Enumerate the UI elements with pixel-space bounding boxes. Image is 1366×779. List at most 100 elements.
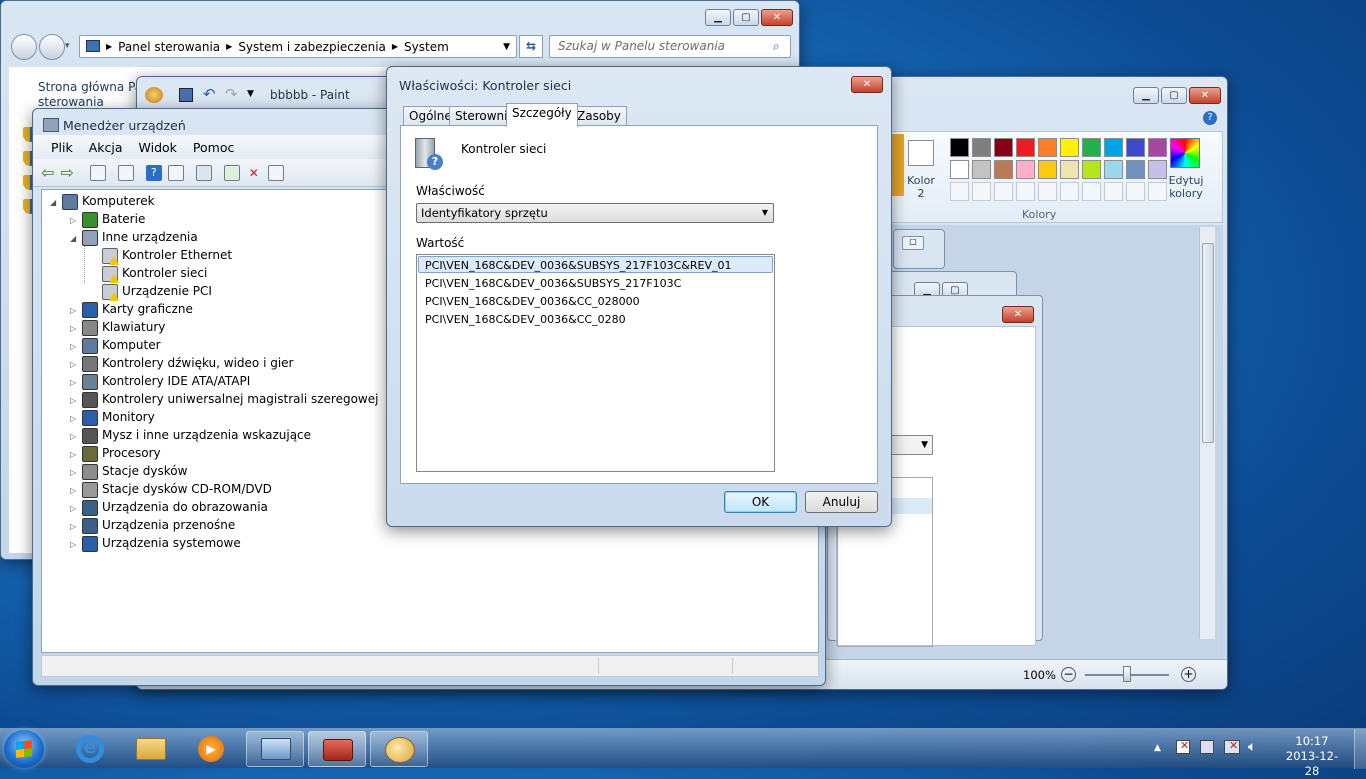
breadcrumb-item[interactable]: System	[404, 40, 449, 54]
menu-help[interactable]: Pomoc	[185, 140, 242, 155]
palette-color-swatch[interactable]	[1038, 138, 1057, 157]
tree-category-item[interactable]: ▷ Baterie	[70, 210, 145, 228]
search-icon[interactable]: ⌕	[773, 39, 780, 54]
palette-color-swatch[interactable]	[1104, 138, 1123, 157]
zoom-in-button[interactable]: +	[1181, 667, 1196, 682]
menu-action[interactable]: Akcja	[81, 140, 131, 155]
menu-file[interactable]: Plik	[43, 140, 81, 155]
custom-color-slot[interactable]	[1038, 182, 1057, 201]
tree-category-item[interactable]: ▷ Karty graficzne	[70, 300, 193, 318]
tree-device-item[interactable]: Urządzenie PCI	[90, 282, 212, 301]
palette-color-swatch[interactable]	[1082, 160, 1101, 179]
palette-color-swatch[interactable]	[1148, 138, 1167, 157]
tree-category-item[interactable]: ▷ Urządzenia przenośne	[70, 516, 235, 534]
action-center-icon[interactable]: ✕	[1176, 739, 1190, 754]
view-icon[interactable]	[167, 164, 184, 181]
minimize-button[interactable]: ▁	[1133, 87, 1159, 104]
tree-category-item[interactable]: ▷ Kontrolery dźwięku, wideo i gier	[70, 354, 293, 372]
disable-device-icon[interactable]	[267, 164, 284, 181]
breadcrumb-item[interactable]: Panel sterowania	[118, 40, 220, 54]
tree-device-item[interactable]: Kontroler Ethernet	[90, 246, 232, 265]
palette-color-swatch[interactable]	[1016, 138, 1035, 157]
tab-resources[interactable]: Zasoby	[571, 106, 627, 126]
maximize-button[interactable]: ▢	[1161, 87, 1187, 104]
edit-colors-icon[interactable]	[1170, 138, 1200, 168]
undo-icon[interactable]: ↶	[203, 85, 216, 103]
address-dropdown-icon[interactable]: ▼	[503, 42, 510, 52]
taskbar-explorer[interactable]	[122, 731, 180, 767]
color-2-label[interactable]: Kolor 2	[906, 174, 936, 200]
taskbar-media-player[interactable]: ▶	[182, 731, 240, 767]
minimize-button[interactable]: ▁	[705, 9, 731, 26]
custom-color-slot[interactable]	[1060, 182, 1079, 201]
value-list-item[interactable]: PCI\VEN_168C&DEV_0036&SUBSYS_217F103C	[418, 274, 773, 291]
taskbar-ie[interactable]: e	[62, 731, 120, 767]
tree-category-item[interactable]: ▷ Stacje dysków CD-ROM/DVD	[70, 480, 272, 498]
tree-category-item[interactable]: ▷ Urządzenia systemowe	[70, 534, 241, 552]
expand-icon[interactable]: ▷	[70, 536, 82, 554]
tab-details[interactable]: Szczegóły	[506, 103, 578, 127]
breadcrumb-item[interactable]: System i zabezpieczenia	[238, 40, 386, 54]
custom-color-slot[interactable]	[994, 182, 1013, 201]
forward-button[interactable]	[39, 34, 65, 60]
tree-category-item[interactable]: ▷ Stacje dysków	[70, 462, 187, 480]
refresh-icon[interactable]: ⇆	[519, 35, 543, 58]
tree-category-item[interactable]: ▷ Urządzenia do obrazowania	[70, 498, 268, 516]
tree-category-item[interactable]: ▷ Procesory	[70, 444, 161, 462]
tree-category-item[interactable]: ▷ Kontrolery IDE ATA/ATAPI	[70, 372, 250, 390]
property-select[interactable]: Identyfikatory sprzętu ▼	[416, 203, 774, 223]
close-button[interactable]: ✕	[1189, 87, 1221, 104]
tree-category-item[interactable]: ▷ Mysz i inne urządzenia wskazujące	[70, 426, 311, 444]
recent-pages-icon[interactable]: ▾	[65, 41, 70, 51]
network-icon[interactable]: ✕	[1224, 739, 1240, 754]
custom-color-slot[interactable]	[1126, 182, 1145, 201]
palette-color-swatch[interactable]	[1038, 160, 1057, 179]
custom-color-slot[interactable]	[1016, 182, 1035, 201]
palette-color-swatch[interactable]	[1104, 160, 1123, 179]
custom-color-slot[interactable]	[950, 182, 969, 201]
clock[interactable]: 10:17 2013-12-28	[1282, 734, 1342, 779]
scrollbar-thumb[interactable]	[1202, 243, 1214, 443]
save-icon[interactable]	[179, 88, 193, 102]
palette-color-swatch[interactable]	[1060, 138, 1079, 157]
value-list-item[interactable]: PCI\VEN_168C&DEV_0036&CC_028000	[418, 292, 773, 309]
value-list[interactable]: PCI\VEN_168C&DEV_0036&SUBSYS_217F103C&RE…	[416, 254, 775, 472]
taskbar-control-panel[interactable]	[246, 731, 304, 767]
cancel-button[interactable]: Anuluj	[805, 491, 878, 513]
paint-app-icon[interactable]	[145, 87, 163, 103]
vertical-scrollbar[interactable]	[1199, 227, 1215, 639]
help-icon[interactable]: ?	[145, 164, 162, 181]
value-list-item[interactable]: PCI\VEN_168C&DEV_0036&CC_0280	[418, 310, 773, 327]
redo-icon[interactable]: ↷	[225, 85, 238, 103]
update-driver-icon[interactable]	[223, 164, 240, 181]
tree-device-item[interactable]: Kontroler sieci	[90, 264, 207, 283]
quick-access-dropdown-icon[interactable]: ▼	[247, 89, 254, 99]
menu-view[interactable]: Widok	[131, 140, 185, 155]
collapse-icon[interactable]: ◢	[70, 230, 82, 248]
search-input[interactable]: Szukaj w Panelu sterowania	[549, 35, 791, 58]
custom-color-slot[interactable]	[972, 182, 991, 201]
palette-color-swatch[interactable]	[972, 138, 991, 157]
palette-color-swatch[interactable]	[950, 160, 969, 179]
tree-category-item[interactable]: ▷ Komputer	[70, 336, 161, 354]
tree-category-item[interactable]: ▷ Klawiatury	[70, 318, 165, 336]
custom-color-slot[interactable]	[1082, 182, 1101, 201]
zoom-out-button[interactable]: −	[1061, 667, 1076, 682]
show-hidden-icons-button[interactable]: ▲	[1154, 743, 1161, 753]
tree-category-item[interactable]: ▷ Kontrolery uniwersalnej magistrali szer…	[70, 390, 378, 408]
console-tree-icon[interactable]	[89, 164, 106, 181]
maximize-button[interactable]: ▢	[902, 236, 924, 250]
palette-color-swatch[interactable]	[1016, 160, 1035, 179]
close-button[interactable]: ✕	[761, 9, 793, 26]
value-list-item[interactable]: PCI\VEN_168C&DEV_0036&SUBSYS_217F103C&RE…	[418, 256, 773, 273]
help-icon[interactable]: ?	[1203, 111, 1217, 125]
edit-colors-button[interactable]: Edytuj kolory	[1164, 174, 1208, 200]
tree-category-item[interactable]: ◢ Inne urządzenia	[70, 228, 198, 246]
tree-category-item[interactable]: ▷ Monitory	[70, 408, 155, 426]
taskbar-device-manager[interactable]	[308, 731, 366, 767]
palette-color-swatch[interactable]	[1126, 138, 1145, 157]
properties-icon[interactable]	[117, 164, 134, 181]
zoom-slider-thumb[interactable]	[1123, 666, 1131, 682]
address-bar[interactable]: ▶ Panel sterowania ▶ System i zabezpiecz…	[79, 35, 517, 58]
scan-hardware-icon[interactable]	[195, 164, 212, 181]
